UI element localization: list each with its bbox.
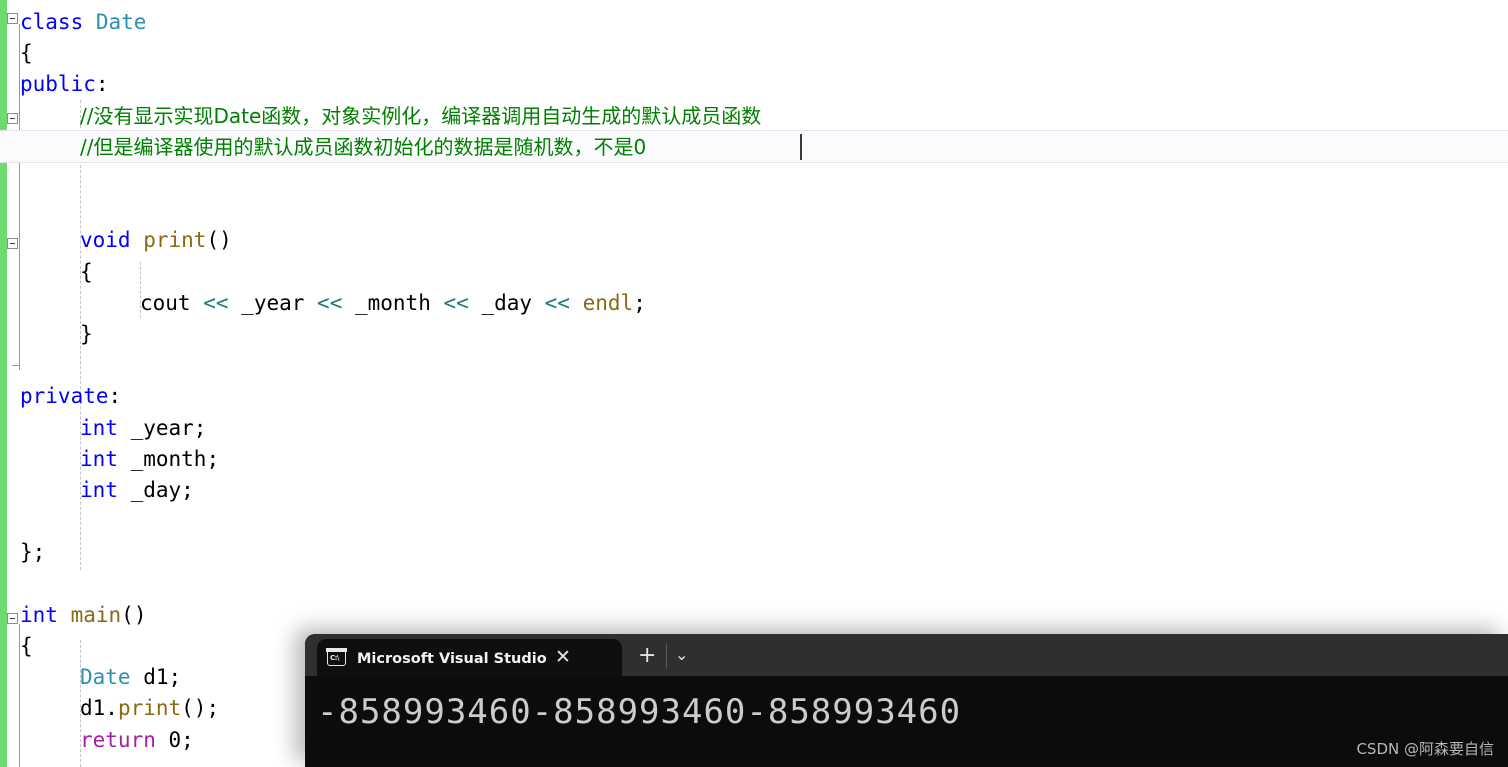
code-token: int [80,446,118,471]
code-token: print [143,228,207,253]
code-token: } [80,322,93,346]
fold-toggle-icon[interactable] [7,113,18,124]
code-token: () [121,602,147,627]
code-token: print [117,696,182,721]
chevron-down-icon[interactable]: ⌄ [675,646,688,664]
code-token: }; [20,540,46,565]
code-token: endl [582,290,634,315]
code-token: _year [228,290,318,315]
fold-end-tick [12,365,19,366]
code-token: Date [95,10,147,34]
code-token: << [443,290,469,315]
code-line: { [80,260,93,284]
code-token: int [80,415,118,440]
fold-toggle-icon[interactable] [7,13,18,24]
code-line: d1.print(); [80,696,219,720]
code-token: _month [342,290,444,315]
code-line: class Date [20,10,146,34]
code-line: cout << _year << _month << _day << endl; [140,291,646,315]
code-token: d1. [80,696,118,721]
toolbar-divider [666,644,667,668]
terminal-tab-title: Microsoft Visual Studio 调试控 [357,651,547,667]
code-token: public [20,72,96,97]
code-token: { [80,259,93,284]
console-output: -858993460-858993460-858993460 [317,692,962,732]
terminal-icon-text: C:\ [330,654,340,662]
code-line: } [80,322,93,346]
code-token: () [206,228,232,253]
code-token: _day [468,290,545,315]
code-line: private: [20,384,121,408]
fold-toggle-icon[interactable] [7,613,18,624]
code-line: //没有显示实现Date函数，对象实例化，编译器调用自动生成的默认成员函数 [80,104,761,128]
code-line: { [20,41,33,65]
code-token: { [20,634,33,658]
code-token: Date [80,665,131,690]
code-token: (); [181,696,220,721]
code-token: : [95,72,109,97]
code-token: : [108,384,122,409]
code-token: class [20,10,84,34]
code-line: public: [20,72,109,96]
code-token: << [544,290,570,315]
code-line: { [20,634,33,658]
code-line: int _year; [80,416,206,440]
code-token: int [20,602,58,627]
code-token: int [80,478,118,502]
code-token: ; [633,290,646,315]
close-icon[interactable]: ✕ [555,648,571,667]
code-line: int _month; [80,447,219,471]
code-token: d1; [130,665,182,690]
code-token: _day; [117,478,194,502]
code-token: { [20,41,33,66]
console-window[interactable]: C:\ Microsoft Visual Studio 调试控 ✕ + ⌄ -8… [305,634,1508,767]
code-line: }; [20,540,45,564]
code-token: _year; [117,415,207,440]
text-caret [800,133,802,160]
code-token: _month; [117,446,220,471]
terminal-tab-active[interactable]: C:\ Microsoft Visual Studio 调试控 ✕ [317,639,622,676]
code-token: //没有显示实现Date函数，对象实例化，编译器调用自动生成的默认成员函数 [80,103,762,128]
terminal-prompt-icon: C:\ [326,648,347,666]
fold-toggle-icon[interactable] [7,238,18,249]
code-line: int main() [20,603,146,627]
code-token: main [70,602,122,627]
code-token: << [203,290,229,315]
watermark: CSDN @阿森要自信 [1356,740,1494,758]
code-line: void print() [80,228,232,252]
code-token: << [317,290,343,315]
terminal-titlebar[interactable]: C:\ Microsoft Visual Studio 调试控 ✕ + ⌄ [305,634,1508,676]
code-token: cout [140,290,191,315]
code-line: int _day; [80,478,194,502]
code-token: 0; [155,727,194,752]
new-tab-icon[interactable]: + [638,645,656,667]
change-indicator-bar [0,0,7,767]
code-line: Date d1; [80,665,181,689]
code-line: //但是编译器使用的默认成员函数初始化的数据是随机数，不是0 [80,135,646,159]
code-token: return [80,727,156,752]
code-token: private [20,384,109,409]
code-line: return 0; [80,728,194,752]
code-token: void [80,228,131,253]
code-token: //但是编译器使用的默认成员函数初始化的数据是随机数，不是0 [80,134,647,159]
